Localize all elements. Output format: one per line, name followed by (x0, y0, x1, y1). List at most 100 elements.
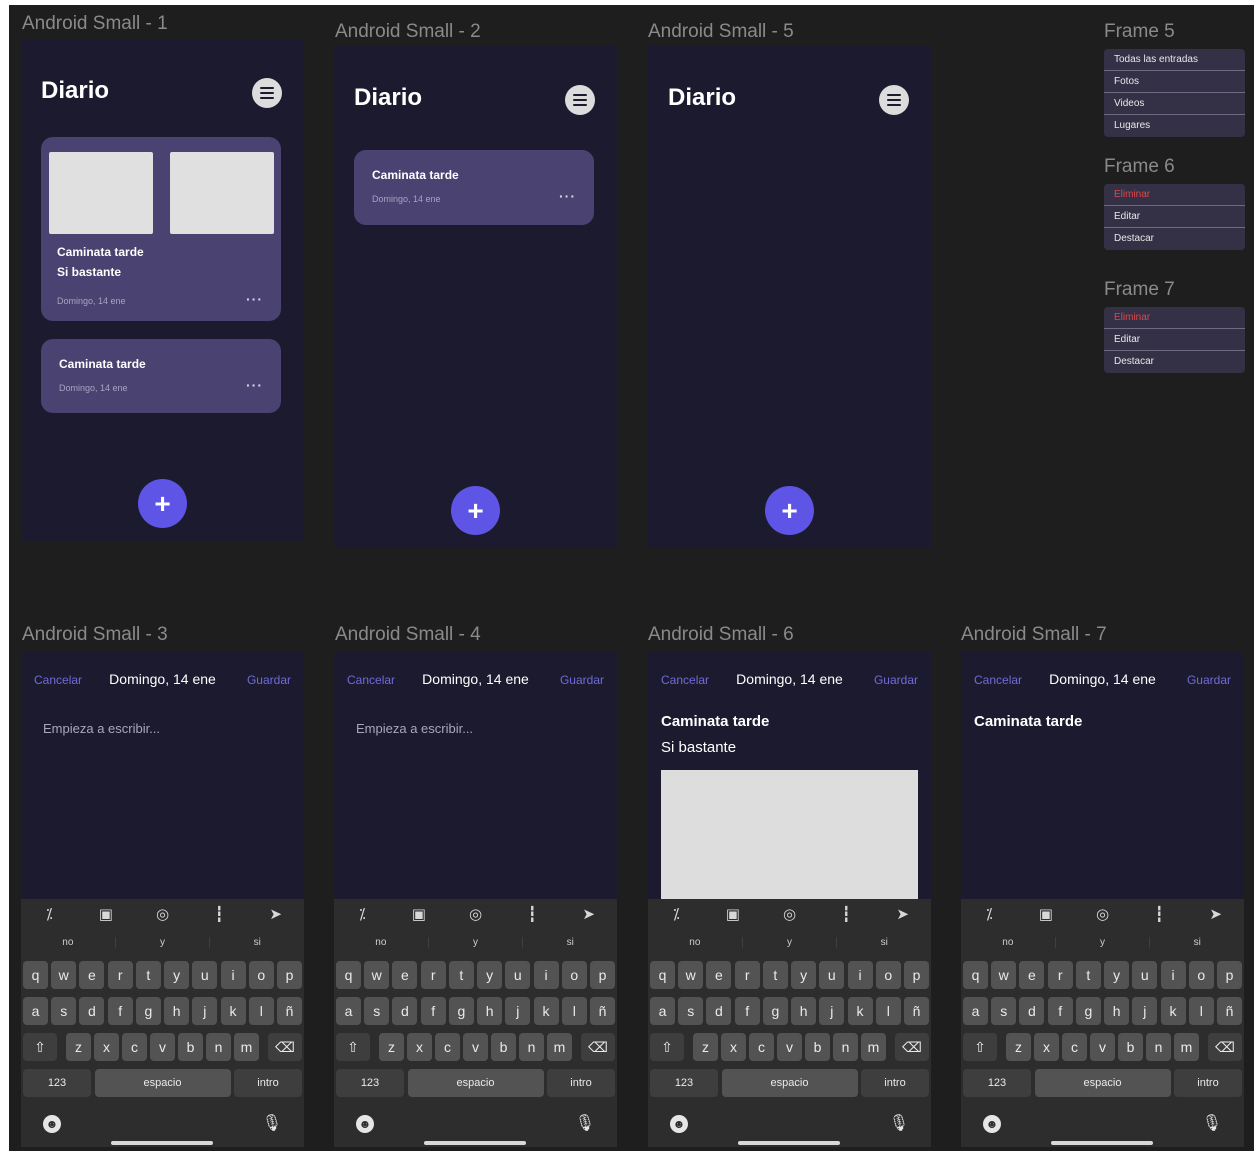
key[interactable]: c (749, 1033, 774, 1061)
key[interactable]: v (150, 1033, 175, 1061)
enter-key[interactable]: intro (234, 1069, 302, 1097)
key[interactable]: v (463, 1033, 488, 1061)
key[interactable]: w (364, 961, 390, 989)
key[interactable]: h (164, 997, 190, 1025)
key[interactable]: u (505, 961, 531, 989)
key[interactable]: u (1132, 961, 1158, 989)
key[interactable]: k (220, 997, 246, 1025)
location-arrow-icon[interactable]: ➤ (1204, 905, 1228, 923)
key[interactable]: c (1062, 1033, 1087, 1061)
more-options-icon[interactable]: ··· (246, 377, 263, 393)
entry-title-text[interactable]: Caminata tarde (974, 713, 1082, 730)
microphone-icon[interactable]: 🎙 (1202, 1113, 1222, 1133)
key[interactable]: v (1090, 1033, 1115, 1061)
key[interactable]: o (561, 961, 587, 989)
entry-title-text[interactable]: Caminata tarde (661, 713, 769, 730)
key[interactable]: z (66, 1033, 91, 1061)
key[interactable]: y (477, 961, 503, 989)
suggestion[interactable]: no (21, 937, 115, 948)
menu-item-edit[interactable]: Editar (1104, 206, 1245, 228)
key[interactable]: ñ (1216, 997, 1242, 1025)
entry-card[interactable]: Caminata tarde Domingo, 14 ene ··· (41, 339, 281, 413)
suggestion[interactable]: y (427, 936, 523, 948)
key[interactable]: h (791, 997, 817, 1025)
key[interactable]: j (505, 997, 531, 1025)
suggestion[interactable]: si (1149, 936, 1244, 948)
camera-icon[interactable]: ◎ (1090, 905, 1114, 923)
key[interactable]: b (178, 1033, 203, 1061)
audio-wave-icon[interactable]: ┇ (834, 905, 858, 923)
key[interactable]: x (1034, 1033, 1059, 1061)
suggestion[interactable]: si (522, 936, 617, 948)
audio-wave-icon[interactable]: ┇ (1147, 905, 1171, 923)
magic-wand-icon[interactable]: ⁒ (977, 905, 1001, 923)
key[interactable]: s (991, 997, 1017, 1025)
key[interactable]: a (650, 997, 675, 1025)
key[interactable]: f (734, 997, 760, 1025)
key[interactable]: o (1188, 961, 1214, 989)
key[interactable]: j (192, 997, 218, 1025)
key[interactable]: q (23, 961, 48, 989)
microphone-icon[interactable]: 🎙 (889, 1113, 909, 1133)
menu-item-videos[interactable]: Videos (1104, 93, 1245, 115)
enter-key[interactable]: intro (547, 1069, 615, 1097)
gallery-icon[interactable]: ▣ (1034, 905, 1058, 923)
location-arrow-icon[interactable]: ➤ (264, 905, 288, 923)
key[interactable]: w (678, 961, 704, 989)
key[interactable]: r (420, 961, 446, 989)
enter-key[interactable]: intro (1174, 1069, 1242, 1097)
key[interactable]: s (51, 997, 77, 1025)
key[interactable]: f (420, 997, 446, 1025)
key[interactable]: s (364, 997, 390, 1025)
save-button[interactable]: Guardar (560, 673, 604, 687)
key[interactable]: p (276, 961, 302, 989)
key[interactable]: d (1019, 997, 1045, 1025)
key[interactable]: d (706, 997, 732, 1025)
key[interactable]: l (248, 997, 274, 1025)
key[interactable]: p (1216, 961, 1242, 989)
more-options-icon[interactable]: ··· (559, 188, 576, 204)
suggestion[interactable]: no (961, 937, 1055, 948)
key[interactable]: ñ (276, 997, 302, 1025)
key[interactable]: t (1075, 961, 1101, 989)
key[interactable]: x (94, 1033, 119, 1061)
suggestion[interactable]: no (334, 937, 428, 948)
space-key[interactable]: espacio (721, 1069, 858, 1097)
key[interactable]: l (875, 997, 901, 1025)
enter-key[interactable]: intro (861, 1069, 929, 1097)
key[interactable]: a (963, 997, 988, 1025)
shift-key[interactable]: ⇧ (23, 1033, 57, 1061)
key[interactable]: j (1132, 997, 1158, 1025)
entry-photo[interactable] (661, 770, 918, 900)
suggestion[interactable]: si (836, 936, 931, 948)
audio-wave-icon[interactable]: ┇ (520, 905, 544, 923)
menu-item-all-entries[interactable]: Todas las entradas (1104, 49, 1245, 71)
key[interactable]: z (379, 1033, 404, 1061)
key[interactable]: q (963, 961, 988, 989)
key[interactable]: k (847, 997, 873, 1025)
menu-icon[interactable] (879, 85, 909, 115)
key[interactable]: y (1104, 961, 1130, 989)
key[interactable]: e (79, 961, 105, 989)
key[interactable]: n (206, 1033, 231, 1061)
key[interactable]: n (833, 1033, 858, 1061)
camera-icon[interactable]: ◎ (150, 905, 174, 923)
menu-item-feature[interactable]: Destacar (1104, 228, 1245, 250)
gallery-icon[interactable]: ▣ (407, 905, 431, 923)
menu-icon[interactable] (252, 78, 282, 108)
backspace-key[interactable]: ⌫ (268, 1033, 302, 1061)
emoji-icon[interactable]: ☻ (670, 1115, 688, 1133)
magic-wand-icon[interactable]: ⁒ (664, 905, 688, 923)
key[interactable]: g (1075, 997, 1101, 1025)
key[interactable]: t (135, 961, 161, 989)
magic-wand-icon[interactable]: ⁒ (37, 905, 61, 923)
key[interactable]: w (51, 961, 77, 989)
microphone-icon[interactable]: 🎙 (262, 1113, 282, 1133)
key[interactable]: i (220, 961, 246, 989)
emoji-icon[interactable]: ☻ (43, 1115, 61, 1133)
add-entry-button[interactable]: + (451, 486, 500, 535)
entry-card[interactable]: Caminata tarde Si bastante Domingo, 14 e… (41, 137, 281, 321)
shift-key[interactable]: ⇧ (650, 1033, 684, 1061)
key[interactable]: a (23, 997, 48, 1025)
key[interactable]: f (1047, 997, 1073, 1025)
